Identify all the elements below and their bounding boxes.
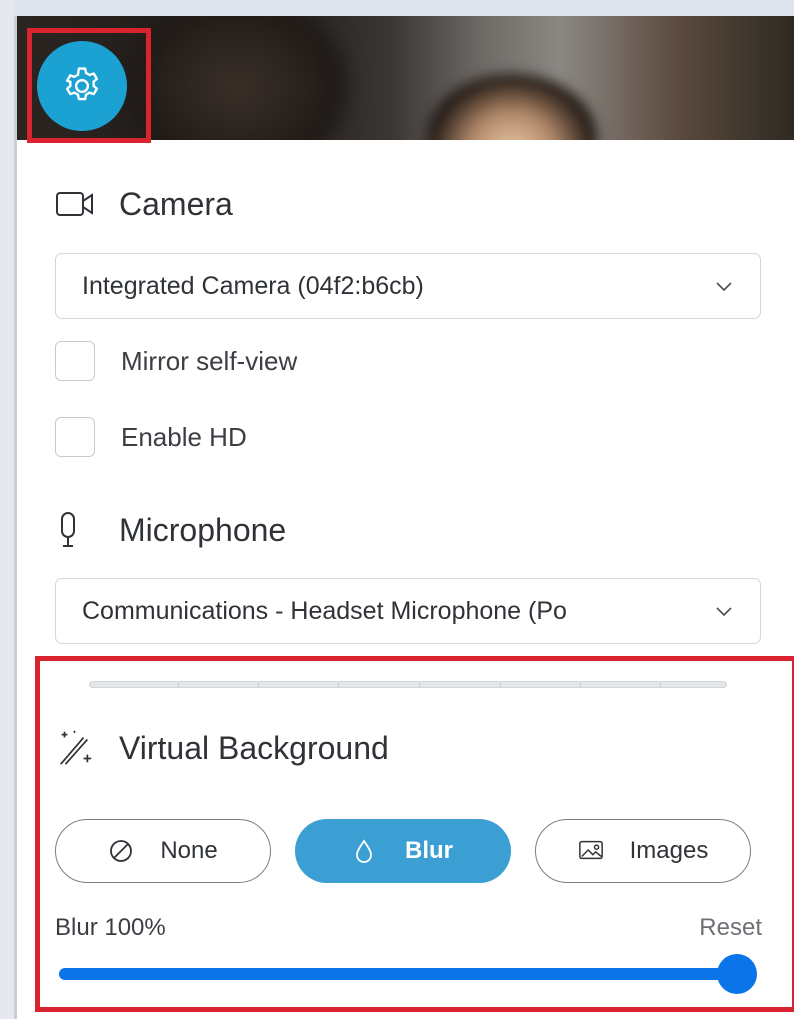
mirror-self-view-checkbox[interactable] xyxy=(55,341,95,381)
blur-slider[interactable] xyxy=(59,954,757,994)
window-left-edge xyxy=(0,0,14,1019)
microphone-device-select[interactable]: Communications - Headset Microphone (Po xyxy=(55,578,761,644)
divider-tick xyxy=(419,683,420,687)
camera-device-select[interactable]: Integrated Camera (04f2:b6cb) xyxy=(55,253,761,319)
window-top-edge xyxy=(0,0,794,16)
droplet-icon xyxy=(353,838,379,864)
settings-window: Camera Integrated Camera (04f2:b6cb) Mir… xyxy=(0,0,794,1019)
background-blur-label: Blur xyxy=(405,837,453,864)
preview-background-shape xyxy=(127,16,347,140)
section-divider xyxy=(89,681,727,688)
background-blur-button[interactable]: Blur xyxy=(295,819,511,883)
background-none-button[interactable]: None xyxy=(55,819,271,883)
divider-tick xyxy=(580,683,581,687)
divider-tick xyxy=(500,683,501,687)
divider-tick xyxy=(178,683,179,687)
preview-person xyxy=(427,74,597,140)
camera-section-header: Camera xyxy=(55,184,233,224)
camera-selected-device: Integrated Camera (04f2:b6cb) xyxy=(82,271,424,300)
reset-button[interactable]: Reset xyxy=(699,914,762,942)
virtual-background-title: Virtual Background xyxy=(119,729,389,766)
background-none-label: None xyxy=(160,837,218,864)
settings-button[interactable] xyxy=(37,41,127,131)
virtual-background-section-header: Virtual Background xyxy=(55,728,389,768)
background-images-button[interactable]: Images xyxy=(535,819,751,883)
settings-panel: Camera Integrated Camera (04f2:b6cb) Mir… xyxy=(17,16,794,1019)
self-view-preview xyxy=(17,16,794,140)
blur-amount-label: Blur 100% xyxy=(55,914,166,941)
camera-title: Camera xyxy=(119,185,233,222)
mirror-self-view-label: Mirror self-view xyxy=(121,345,298,376)
microphone-section-header: Microphone xyxy=(55,510,286,550)
background-images-label: Images xyxy=(629,837,709,864)
chevron-down-icon xyxy=(712,599,736,623)
microphone-icon xyxy=(55,510,95,550)
chevron-down-icon xyxy=(712,274,736,298)
blur-slider-fill xyxy=(59,968,737,980)
microphone-selected-device: Communications - Headset Microphone (Po xyxy=(82,596,567,625)
mirror-self-view-option[interactable]: Mirror self-view xyxy=(55,341,297,381)
divider-tick xyxy=(338,683,339,687)
divider-tick xyxy=(258,683,259,687)
magic-wand-icon xyxy=(55,728,95,768)
divider-tick xyxy=(660,683,661,687)
microphone-title: Microphone xyxy=(119,511,287,548)
gear-icon xyxy=(65,67,99,101)
video-camera-icon xyxy=(55,184,95,224)
none-icon xyxy=(108,838,134,864)
blur-slider-thumb[interactable] xyxy=(717,954,757,994)
enable-hd-checkbox[interactable] xyxy=(55,417,95,457)
enable-hd-label: Enable HD xyxy=(121,421,247,452)
image-icon xyxy=(578,838,604,864)
enable-hd-option[interactable]: Enable HD xyxy=(55,417,247,457)
